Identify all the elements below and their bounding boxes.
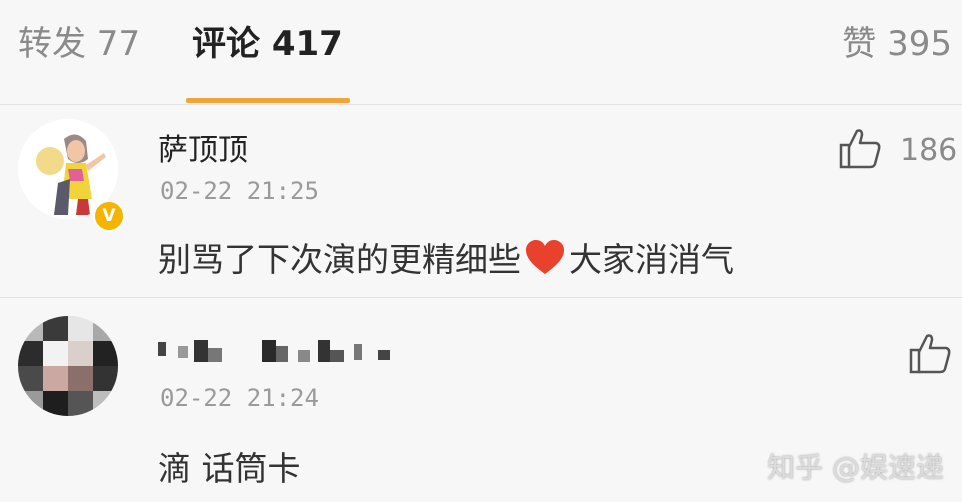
like-count: 186	[900, 133, 958, 168]
comment-text: 别骂了下次演的更精细些 大家消消气	[158, 233, 734, 284]
avatar[interactable]	[18, 316, 118, 416]
comment-timestamp: 02-22 21:24	[160, 384, 319, 412]
comment-text-part: 别骂了下次演的更精细些	[158, 240, 521, 279]
comment-text: 滴 话筒卡	[158, 449, 301, 488]
comment-text-part: 大家消消气	[569, 240, 734, 279]
tab-repost[interactable]: 转发 77	[18, 22, 140, 66]
thumbs-up-icon	[839, 129, 881, 169]
like-button[interactable]	[908, 332, 952, 378]
active-tab-indicator	[186, 98, 350, 103]
comment-item: V 萨顶顶 02-22 21:25 别骂了下次演的更精细些 大家消消气 186	[0, 105, 962, 298]
pixelated-avatar	[18, 316, 118, 416]
comment-author-name[interactable]: 萨顶顶	[158, 125, 248, 169]
tab-comments[interactable]: 评论 417	[192, 22, 343, 66]
tab-likes[interactable]: 赞 395	[842, 22, 952, 66]
comment-tabs-bar: 转发 77 评论 417 赞 395	[0, 0, 962, 105]
verified-badge: V	[93, 200, 125, 232]
watermark: 知乎 @娱速递	[767, 451, 944, 484]
like-button[interactable]	[838, 127, 882, 173]
heart-emoji-icon	[525, 239, 565, 284]
pixelated-author-name[interactable]	[158, 338, 408, 366]
comment-timestamp: 02-22 21:25	[160, 177, 319, 205]
thumbs-up-icon	[909, 334, 951, 374]
